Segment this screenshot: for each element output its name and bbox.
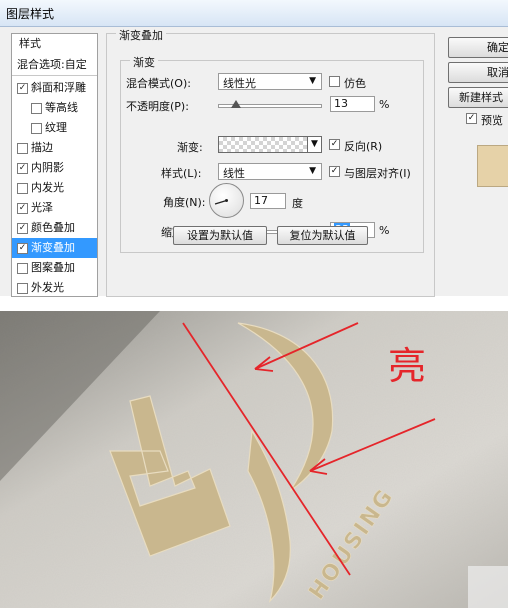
opacity-slider[interactable] (218, 100, 322, 108)
sidebar-item-satin[interactable]: ✓ 光泽 (12, 198, 97, 218)
title-bar: 图层样式 (0, 0, 508, 27)
opacity-unit: % (379, 98, 390, 111)
checkbox-gradient-overlay[interactable]: ✓ (17, 243, 28, 254)
sidebar-item-inner-glow[interactable]: 内发光 (12, 178, 97, 198)
sidebar-item-gradient-overlay[interactable]: ✓ 渐变叠加 (12, 238, 97, 258)
reverse-checkbox[interactable]: ✓ (329, 139, 340, 150)
checkbox-inner-shadow[interactable]: ✓ (17, 163, 28, 174)
gradient-group: 渐变 混合模式(O): 线性光 ▼ 仿色 不透明度(P): 13 % 渐变: ▼… (120, 54, 424, 253)
preview-checkbox[interactable]: ✓ (466, 113, 477, 124)
reset-default-button[interactable]: 复位为默认值 (277, 226, 368, 245)
align-checkbox[interactable]: ✓ (329, 166, 340, 177)
checkbox-outer-glow[interactable] (17, 283, 28, 294)
panel-title: 渐变叠加 (116, 27, 166, 43)
gradient-label: 渐变: (177, 141, 203, 154)
sidebar-item-pattern-overlay[interactable]: 图案叠加 (12, 258, 97, 278)
cancel-button[interactable]: 取消 (448, 62, 508, 83)
blend-mode-label: 混合模式(O): (126, 77, 191, 90)
gradient-preview[interactable] (218, 136, 308, 153)
reverse-label: 反向(R) (344, 140, 383, 153)
scale-unit: % (379, 224, 390, 237)
gradient-overlay-panel: 渐变叠加 渐变 混合模式(O): 线性光 ▼ 仿色 不透明度(P): 13 % … (106, 27, 435, 297)
checkbox-texture[interactable] (31, 123, 42, 134)
checkbox-satin[interactable]: ✓ (17, 203, 28, 214)
group-title: 渐变 (130, 54, 158, 70)
layer-style-dialog: 图层样式 样式 混合选项:自定 ✓ 斜面和浮雕 等高线 纹理 描边 ✓ 内阴影 内发… (0, 0, 508, 297)
sidebar-item-bevel-emboss[interactable]: ✓ 斜面和浮雕 (12, 78, 97, 98)
sidebar-item-outer-glow[interactable]: 外发光 (12, 278, 97, 296)
embossed-card-illustration: HOUSING 亮 (0, 311, 508, 608)
sidebar-item-inner-shadow[interactable]: ✓ 内阴影 (12, 158, 97, 178)
checkbox-pattern-overlay[interactable] (17, 263, 28, 274)
align-label: 与图层对齐(I) (344, 167, 411, 180)
opacity-input[interactable]: 13 (330, 96, 375, 112)
set-default-button[interactable]: 设置为默认值 (173, 226, 267, 245)
style-preview-swatch (477, 145, 508, 187)
chevron-down-icon: ▼ (309, 166, 316, 176)
ok-button[interactable]: 确定 (448, 37, 508, 58)
angle-label: 角度(N): (163, 196, 206, 209)
annotation-text: 亮 (388, 344, 426, 388)
opacity-slider-thumb[interactable] (231, 100, 242, 108)
checkbox-stroke[interactable] (17, 143, 28, 154)
checkbox-inner-glow[interactable] (17, 183, 28, 194)
sidebar-item-texture[interactable]: 纹理 (12, 118, 97, 138)
style-label: 样式(L): (161, 167, 202, 180)
sidebar-item-color-overlay[interactable]: ✓ 颜色叠加 (12, 218, 97, 238)
sidebar-header-styles[interactable]: 样式 (12, 34, 97, 54)
watermark-patch (468, 566, 508, 608)
sidebar-item-contour[interactable]: 等高线 (12, 98, 97, 118)
angle-dial[interactable] (209, 183, 244, 218)
angle-dial-needle (214, 199, 228, 205)
preview-label: 预览 (481, 114, 503, 127)
blend-mode-select[interactable]: 线性光 ▼ (218, 73, 322, 90)
dither-label: 仿色 (344, 77, 366, 90)
opacity-label: 不透明度(P): (126, 100, 189, 113)
chevron-down-icon: ▼ (311, 139, 318, 149)
chevron-down-icon: ▼ (309, 76, 316, 86)
embossed-card-photo: HOUSING 亮 (0, 311, 508, 608)
checkbox-color-overlay[interactable]: ✓ (17, 223, 28, 234)
window-title: 图层样式 (6, 7, 55, 21)
angle-input[interactable]: 17 (250, 193, 286, 209)
sidebar-item-blend-options[interactable]: 混合选项:自定 (12, 55, 97, 76)
gradient-picker-button[interactable]: ▼ (308, 136, 322, 153)
new-style-button[interactable]: 新建样式 (448, 87, 508, 108)
checkbox-bevel-emboss[interactable]: ✓ (17, 83, 28, 94)
dither-checkbox[interactable] (329, 76, 340, 87)
checkbox-contour[interactable] (31, 103, 42, 114)
styles-sidebar: 样式 混合选项:自定 ✓ 斜面和浮雕 等高线 纹理 描边 ✓ 内阴影 内发光 ✓ 光泽… (11, 33, 98, 297)
style-select[interactable]: 线性 ▼ (218, 163, 322, 180)
angle-unit: 度 (292, 197, 303, 210)
sidebar-item-stroke[interactable]: 描边 (12, 138, 97, 158)
